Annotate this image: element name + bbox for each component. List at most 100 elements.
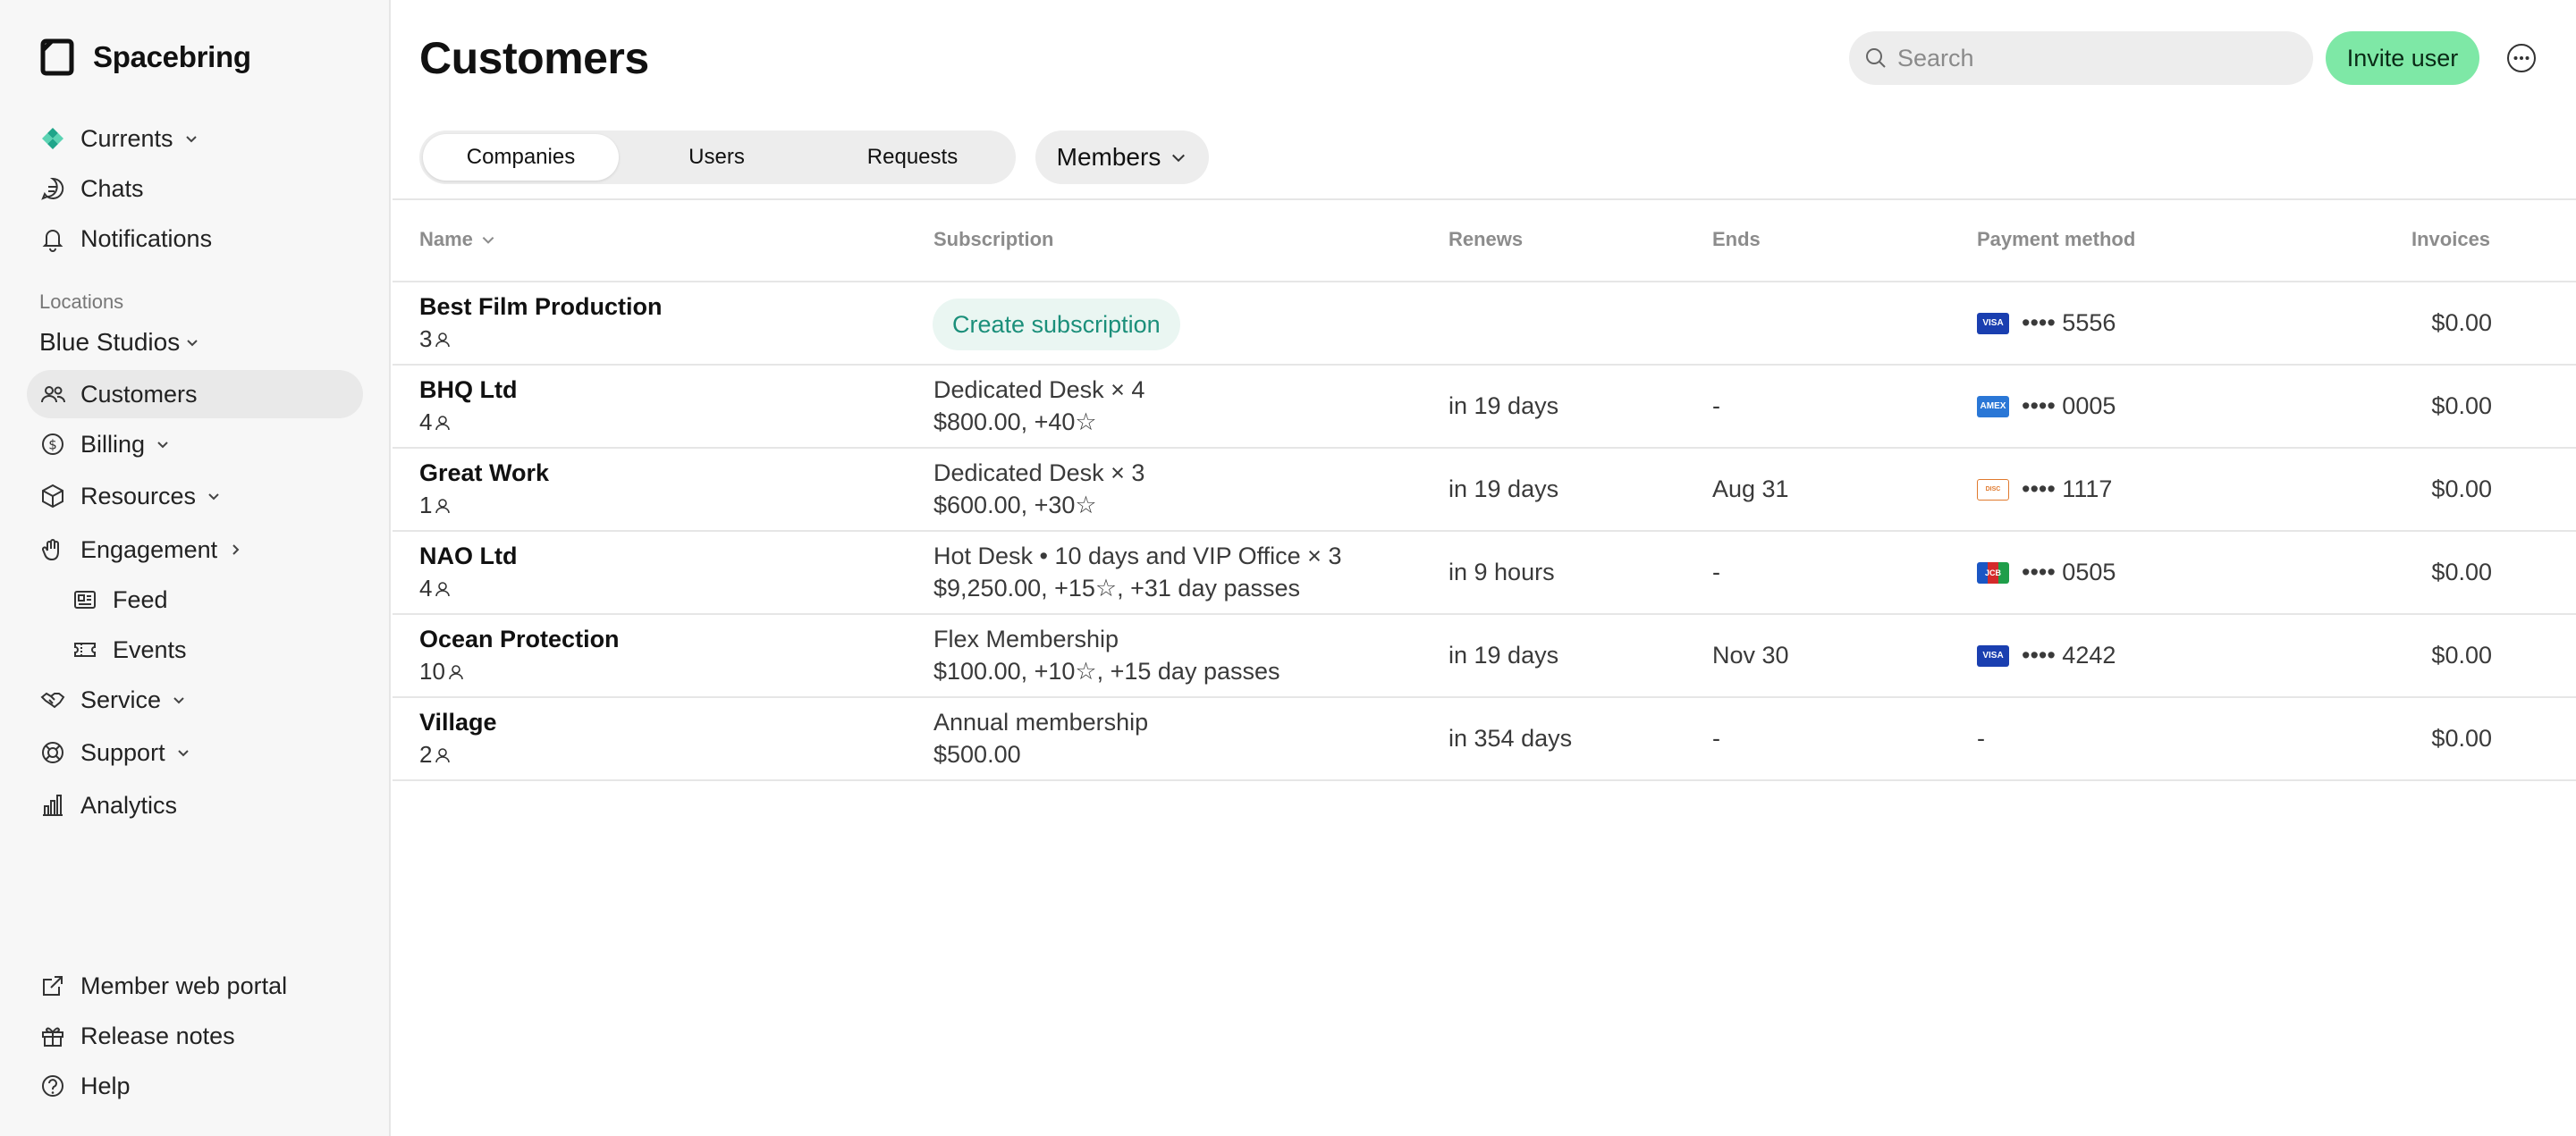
sidebar-item-notifications[interactable]: Notifications (27, 215, 363, 263)
sidebar-item-feed[interactable]: Feed (59, 576, 363, 624)
sidebar-item-label: Service (80, 686, 162, 713)
sidebar-item-customers[interactable]: Customers (27, 370, 363, 418)
sidebar-item-label: Notifications (80, 224, 213, 252)
column-header-ends[interactable]: Ends (1712, 228, 1761, 251)
search-box[interactable] (1849, 31, 2313, 85)
invoices-amount: $0.00 (2431, 725, 2492, 752)
column-header-payment-method[interactable]: Payment method (1977, 228, 2135, 251)
subscription-plan: Dedicated Desk × 4 (933, 376, 1145, 403)
main-content: Customers Invite user Companies Users Re… (393, 0, 2576, 1136)
brand[interactable]: Spacebring (39, 38, 251, 77)
chevron-down-icon (185, 136, 197, 143)
ends-value: Aug 31 (1712, 475, 1789, 502)
view-tabs: Companies Users Requests (419, 130, 1016, 184)
hand-wave-icon (39, 536, 66, 563)
more-options-button[interactable] (2503, 39, 2540, 77)
card-number: •••• 5556 (2022, 309, 2116, 336)
chevron-down-icon (177, 750, 189, 757)
member-count-value: 10 (419, 658, 445, 685)
payment-method: - (1977, 725, 1985, 752)
currents-icon (39, 125, 66, 152)
tab-companies[interactable]: Companies (423, 134, 619, 181)
tab-users[interactable]: Users (619, 134, 815, 181)
renews-value: in 19 days (1448, 392, 1559, 419)
table-row[interactable]: Great Work 1 Dedicated Desk × 3 $600.00,… (393, 449, 2576, 532)
chevron-down-icon (187, 340, 198, 347)
column-header-label: Name (419, 228, 473, 250)
renews-value: in 354 days (1448, 725, 1573, 752)
column-header-invoices[interactable]: Invoices (2411, 228, 2490, 251)
sidebar-item-events[interactable]: Events (59, 626, 363, 674)
page-title: Customers (419, 33, 649, 83)
column-header-name[interactable]: Name (419, 228, 496, 251)
invite-user-button[interactable]: Invite user (2326, 31, 2479, 85)
sidebar-item-billing[interactable]: $ Billing (27, 420, 363, 468)
sidebar: Spacebring Currents Chats Notifications … (0, 0, 391, 1136)
user-icon (449, 664, 463, 679)
sidebar-item-resources[interactable]: Resources (27, 472, 363, 520)
ends-value: Nov 30 (1712, 642, 1789, 669)
sidebar-item-member-web-portal[interactable]: Member web portal (27, 962, 363, 1010)
sidebar-item-label: Resources (80, 482, 197, 509)
company-name[interactable]: Great Work (419, 459, 549, 487)
table-row[interactable]: Best Film Production 3 Create subscripti… (393, 282, 2576, 366)
table-row[interactable]: Village 2 Annual membership $500.00 in 3… (393, 698, 2576, 781)
cube-icon (39, 483, 66, 509)
column-header-renews[interactable]: Renews (1448, 228, 1523, 251)
renews-value: in 19 days (1448, 642, 1559, 669)
member-count: 4 (419, 575, 452, 602)
member-count-value: 3 (419, 325, 433, 352)
table-row[interactable]: Ocean Protection 10 Flex Membership $100… (393, 615, 2576, 698)
member-count: 1 (419, 492, 452, 519)
feed-icon (72, 586, 98, 613)
member-count-value: 4 (419, 408, 433, 435)
sidebar-item-label: Engagement (80, 535, 218, 563)
sidebar-item-label: Chats (80, 174, 144, 202)
sidebar-item-engagement[interactable]: Engagement (27, 526, 363, 574)
user-icon (435, 498, 451, 513)
company-name[interactable]: Ocean Protection (419, 626, 620, 653)
amex-card-icon: AMEX (1977, 395, 2009, 417)
help-circle-icon (39, 1073, 66, 1099)
chat-icon (39, 175, 66, 202)
column-header-subscription[interactable]: Subscription (933, 228, 1053, 251)
company-name[interactable]: Village (419, 709, 497, 736)
table-row[interactable]: BHQ Ltd 4 Dedicated Desk × 4 $800.00, +4… (393, 366, 2576, 449)
sidebar-item-service[interactable]: Service (27, 676, 363, 724)
sidebar-item-analytics[interactable]: Analytics (27, 781, 363, 829)
payment-method: VISA •••• 5556 (1977, 309, 2116, 337)
company-name[interactable]: Best Film Production (419, 293, 663, 321)
members-filter-button[interactable]: Members (1035, 130, 1209, 184)
sidebar-item-label: Feed (113, 585, 168, 613)
sidebar-item-chats[interactable]: Chats (27, 164, 363, 213)
company-name[interactable]: BHQ Ltd (419, 376, 517, 404)
handshake-icon (39, 686, 66, 713)
location-selector[interactable]: Blue Studios (39, 328, 199, 357)
subscription-plan: Annual membership (933, 709, 1149, 736)
sidebar-item-support[interactable]: Support (27, 728, 363, 777)
spacebring-logo-icon (40, 38, 74, 76)
card-number: •••• 1117 (2022, 475, 2113, 502)
card-number: •••• 0005 (2022, 392, 2116, 419)
sidebar-item-currents[interactable]: Currents (27, 114, 363, 163)
discover-card-icon: DISC (1977, 478, 2009, 501)
search-input[interactable] (1897, 44, 2291, 72)
ends-value: - (1712, 725, 1720, 752)
company-name[interactable]: NAO Ltd (419, 543, 517, 570)
members-filter-label: Members (1056, 143, 1161, 171)
table-row[interactable]: NAO Ltd 4 Hot Desk • 10 days and VIP Off… (393, 532, 2576, 615)
card-number: •••• 4242 (2022, 642, 2116, 669)
member-count-value: 4 (419, 575, 433, 602)
locations-label: Locations (39, 290, 124, 313)
ticket-icon (72, 636, 98, 663)
chevron-down-icon (157, 442, 168, 449)
sidebar-item-label: Help (80, 1072, 131, 1099)
sidebar-item-release-notes[interactable]: Release notes (27, 1012, 363, 1060)
divider (393, 198, 2576, 200)
member-count-value: 1 (419, 492, 433, 518)
sidebar-item-label: Billing (80, 430, 146, 458)
sidebar-item-help[interactable]: Help (27, 1062, 363, 1110)
create-subscription-button[interactable]: Create subscription (933, 299, 1180, 350)
tab-requests[interactable]: Requests (815, 134, 1010, 181)
card-number: •••• 0505 (2022, 559, 2116, 585)
